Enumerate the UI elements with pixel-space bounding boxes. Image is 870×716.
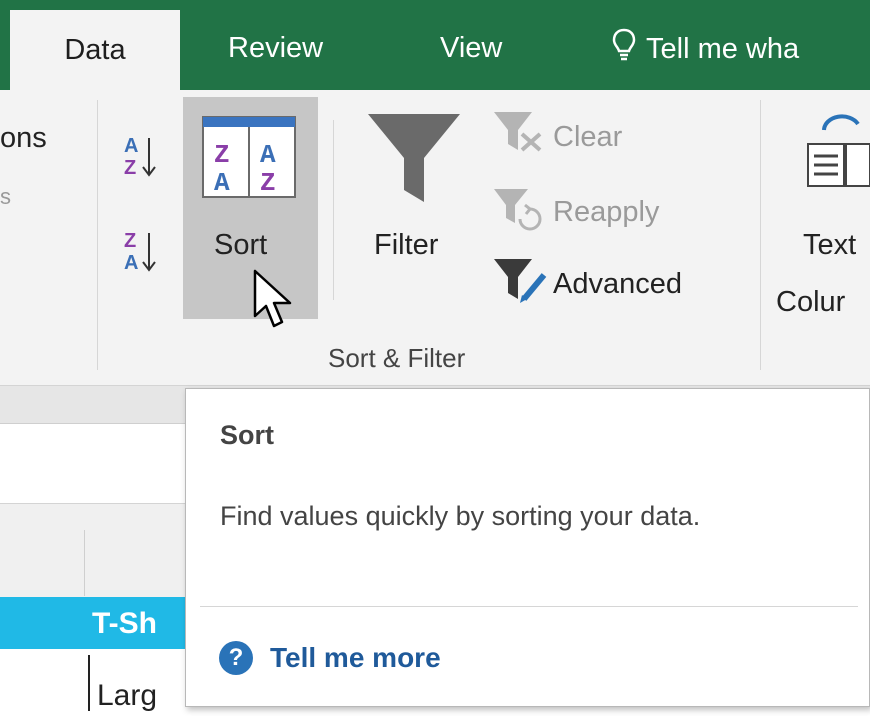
sort-az-icon: A Z bbox=[124, 135, 156, 179]
sort-label: Sort bbox=[214, 229, 268, 261]
tell-me-more-link[interactable]: Tell me more bbox=[270, 640, 441, 676]
text-to-columns-label-1[interactable]: Text bbox=[803, 228, 856, 262]
tooltip-divider bbox=[200, 606, 858, 607]
svg-text:Z: Z bbox=[124, 230, 136, 252]
text-to-columns-icon bbox=[806, 112, 870, 195]
svg-text:Z: Z bbox=[260, 168, 276, 198]
data-cell-text: Larg bbox=[97, 679, 158, 712]
sort-a-to-z-button[interactable]: A Z bbox=[122, 130, 158, 195]
reapply-filter-icon bbox=[492, 185, 548, 236]
tell-me-search[interactable]: Tell me wha bbox=[612, 28, 799, 68]
lightbulb-icon bbox=[612, 28, 636, 73]
column-divider bbox=[84, 530, 85, 596]
svg-text:Z: Z bbox=[214, 140, 230, 170]
formula-bar-area bbox=[0, 423, 186, 504]
inner-separator bbox=[333, 120, 334, 300]
tooltip-description: Find values quickly by sorting your data… bbox=[220, 501, 701, 531]
group-separator-2 bbox=[760, 100, 761, 370]
clear-button[interactable]: Clear bbox=[553, 120, 622, 154]
text-to-columns-label-2[interactable]: Colur bbox=[776, 285, 845, 319]
cell-border bbox=[88, 655, 90, 711]
mouse-cursor-icon bbox=[252, 268, 298, 335]
sort-z-to-a-button[interactable]: Z A bbox=[122, 225, 158, 290]
svg-text:A: A bbox=[124, 135, 138, 157]
filter-button[interactable] bbox=[366, 110, 462, 209]
sort-filter-group-label: Sort & Filter bbox=[328, 343, 466, 373]
column-header-area bbox=[0, 503, 186, 598]
svg-text:A: A bbox=[214, 168, 230, 198]
reapply-button[interactable]: Reapply bbox=[553, 195, 659, 229]
clear-filter-icon bbox=[492, 108, 548, 159]
sort-za-icon: Z A bbox=[124, 230, 156, 274]
filter-label: Filter bbox=[374, 229, 439, 261]
svg-text:A: A bbox=[260, 140, 276, 170]
tab-data[interactable]: Data bbox=[10, 10, 180, 90]
sort-dialog-icon: Z A A Z bbox=[202, 116, 296, 203]
group-separator bbox=[97, 100, 98, 370]
advanced-filter-icon bbox=[492, 255, 550, 310]
funnel-icon bbox=[368, 114, 460, 202]
tab-review[interactable]: Review bbox=[228, 28, 323, 68]
tab-view[interactable]: View bbox=[440, 28, 502, 68]
tell-me-text: Tell me wha bbox=[646, 33, 800, 66]
svg-text:Z: Z bbox=[124, 157, 136, 179]
svg-text:A: A bbox=[124, 252, 138, 274]
header-cell-text: T-Sh bbox=[92, 607, 157, 640]
partial-group-label: ons bbox=[0, 122, 47, 154]
advanced-button[interactable]: Advanced bbox=[553, 267, 682, 301]
partial-group-label-2: s bbox=[0, 184, 11, 209]
tooltip-title: Sort bbox=[220, 420, 274, 450]
help-question-icon[interactable]: ? bbox=[219, 641, 253, 675]
